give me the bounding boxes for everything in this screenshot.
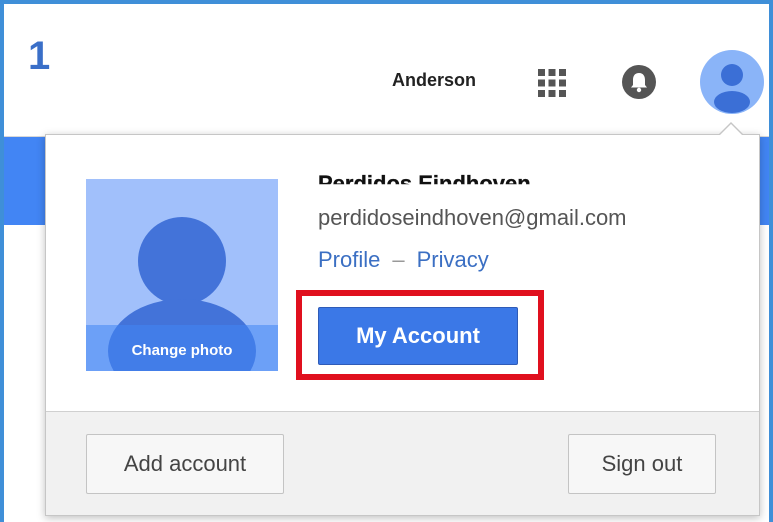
apps-grid-icon[interactable] <box>536 67 568 99</box>
bell-icon[interactable] <box>621 64 657 100</box>
profile-link[interactable]: Profile <box>318 247 380 272</box>
profile-photo[interactable]: Change photo <box>86 179 278 371</box>
popup-caret <box>719 124 743 136</box>
avatar-icon[interactable] <box>700 50 764 114</box>
header-user-name[interactable]: Anderson <box>392 70 476 91</box>
sign-out-button[interactable]: Sign out <box>568 434 716 494</box>
add-account-button[interactable]: Add account <box>86 434 284 494</box>
annotation-highlight-box <box>296 290 544 380</box>
account-popup-footer: Add account Sign out <box>46 411 759 515</box>
change-photo-label[interactable]: Change photo <box>86 342 278 359</box>
step-number: 1 <box>28 34 51 78</box>
account-links: Profile – Privacy <box>318 247 489 273</box>
link-separator: – <box>392 247 405 272</box>
account-email: perdidoseindhoven@gmail.com <box>318 205 627 230</box>
account-name: Perdidos Eindhoven <box>318 171 531 195</box>
account-popup: Change photo Perdidos Eindhoven perdidos… <box>45 134 760 516</box>
privacy-link[interactable]: Privacy <box>417 247 489 272</box>
